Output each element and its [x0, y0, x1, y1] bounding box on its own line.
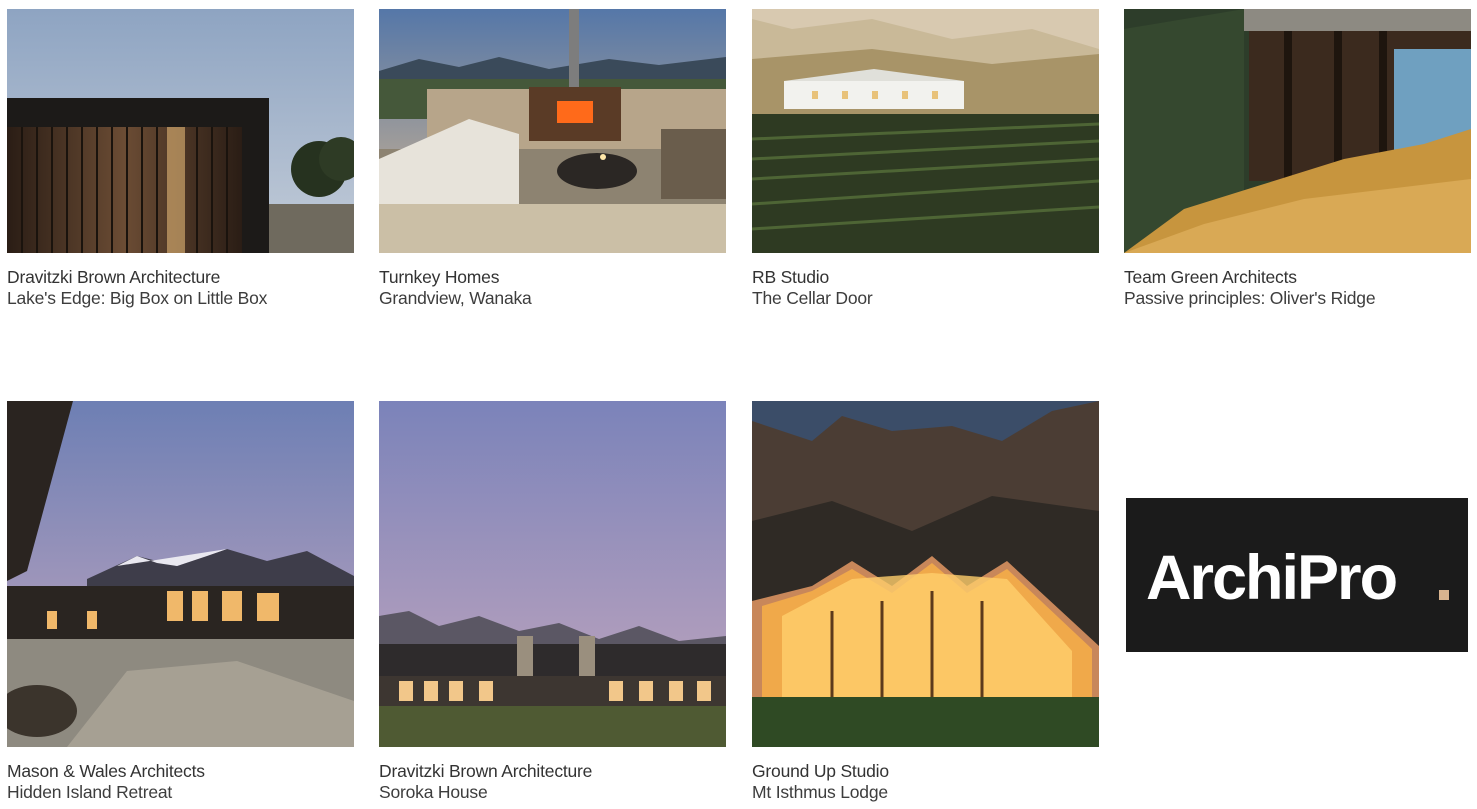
project-photo[interactable]	[7, 401, 354, 747]
project-title[interactable]: Passive principles: Oliver's Ridge	[1124, 288, 1471, 309]
firm-name[interactable]: Ground Up Studio	[752, 761, 1099, 782]
firm-name[interactable]: Dravitzki Brown Architecture	[379, 761, 726, 782]
project-card[interactable]: Team Green Architects Passive principles…	[1124, 9, 1471, 309]
project-card[interactable]: RB Studio The Cellar Door	[752, 9, 1099, 309]
project-title[interactable]: The Cellar Door	[752, 288, 1099, 309]
project-title[interactable]: Grandview, Wanaka	[379, 288, 726, 309]
project-title[interactable]: Hidden Island Retreat	[7, 782, 354, 803]
firm-name[interactable]: RB Studio	[752, 267, 1099, 288]
project-card[interactable]: Dravitzki Brown Architecture Soroka Hous…	[379, 401, 726, 803]
firm-name[interactable]: Turnkey Homes	[379, 267, 726, 288]
firm-name[interactable]: Team Green Architects	[1124, 267, 1471, 288]
project-card[interactable]: Ground Up Studio Mt Isthmus Lodge	[752, 401, 1099, 803]
project-photo[interactable]	[752, 9, 1099, 253]
project-photo[interactable]	[1124, 9, 1471, 253]
project-card[interactable]: Dravitzki Brown Architecture Lake's Edge…	[7, 9, 354, 309]
project-photo[interactable]	[379, 9, 726, 253]
logo-dot	[1439, 590, 1449, 600]
project-title[interactable]: Lake's Edge: Big Box on Little Box	[7, 288, 354, 309]
project-card[interactable]: Turnkey Homes Grandview, Wanaka	[379, 9, 726, 309]
firm-name[interactable]: Mason & Wales Architects	[7, 761, 354, 782]
project-photo[interactable]	[379, 401, 726, 747]
project-photo[interactable]	[752, 401, 1099, 747]
project-card[interactable]: Mason & Wales Architects Hidden Island R…	[7, 401, 354, 803]
project-title[interactable]: Mt Isthmus Lodge	[752, 782, 1099, 803]
project-title[interactable]: Soroka House	[379, 782, 726, 803]
archipro-logo[interactable]: ArchiPro	[1126, 498, 1468, 652]
project-photo[interactable]	[7, 9, 354, 253]
firm-name[interactable]: Dravitzki Brown Architecture	[7, 267, 354, 288]
brand-name: ArchiPro	[1146, 543, 1397, 613]
